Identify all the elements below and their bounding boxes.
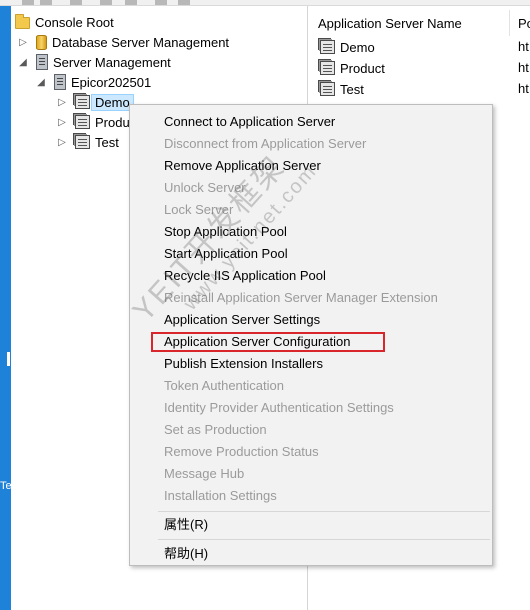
menu-item-stop-app-pool[interactable]: Stop Application Pool (164, 222, 287, 242)
tree-item-console-root[interactable]: Console Root (15, 12, 114, 32)
tree-item-label: Demo (91, 93, 134, 111)
server-icon (54, 74, 66, 90)
menu-item-start-app-pool[interactable]: Start Application Pool (164, 244, 288, 264)
column-header-second[interactable]: Po (518, 14, 530, 34)
tree-item-label: Server Management (53, 54, 171, 70)
menu-item-connect[interactable]: Connect to Application Server (164, 112, 335, 132)
list-item[interactable]: Test (317, 79, 364, 99)
app-server-icon (320, 61, 335, 75)
menu-item-lock-server: Lock Server (164, 202, 234, 217)
menu-item-set-production: Set as Production (164, 422, 267, 437)
menu-item-publish-installers[interactable]: Publish Extension Installers (164, 354, 323, 374)
toolbar-icon[interactable] (40, 0, 52, 5)
toolbar-icon[interactable] (125, 0, 137, 5)
menu-item-server-configuration[interactable]: Application Server Configuration (164, 332, 350, 352)
context-menu: Connect to Application Server Disconnect… (129, 104, 493, 566)
menu-item-idp-auth-settings: Identity Provider Authentication Setting… (164, 400, 394, 415)
tree-item-label: Epicor202501 (71, 74, 152, 90)
menu-item-remove-production: Remove Production Status (164, 444, 319, 459)
toolbar-icon[interactable] (155, 0, 167, 5)
chevron-right-icon[interactable]: ▷ (55, 112, 69, 132)
app-server-icon (75, 115, 90, 129)
menu-item-installation-settings: Installation Settings (164, 488, 277, 503)
app-server-icon (320, 82, 335, 96)
tree-item-database-server-management[interactable]: ▷ Database Server Management (16, 32, 229, 52)
chevron-right-icon[interactable]: ▷ (16, 32, 30, 52)
list-item-second: ht (518, 60, 529, 75)
app-server-icon (320, 40, 335, 54)
tree-item-label: Database Server Management (52, 34, 230, 50)
list-item[interactable]: Demo (317, 37, 375, 57)
toolbar-icon[interactable] (22, 0, 34, 5)
tree-item-product[interactable]: ▷ Produ (55, 112, 130, 132)
menu-separator (158, 539, 490, 540)
menu-item-disconnect: Disconnect from Application Server (164, 136, 367, 151)
app-server-icon (75, 135, 90, 149)
tree-item-label: Console Root (35, 14, 114, 30)
menu-item-server-settings[interactable]: Application Server Settings (164, 310, 320, 330)
menu-item-recycle-app-pool[interactable]: Recycle IIS Application Pool (164, 266, 326, 286)
list-item[interactable]: Product (317, 58, 385, 78)
tree-item-server-management[interactable]: ◢ Server Management (16, 52, 171, 72)
toolbar-icon[interactable] (70, 0, 82, 5)
list-item-name: Demo (340, 39, 375, 55)
database-icon (36, 34, 47, 50)
menu-separator (158, 511, 490, 512)
tree-item-demo[interactable]: ▷ Demo (55, 92, 134, 112)
server-icon (36, 54, 48, 70)
edge-mark (7, 352, 10, 366)
chevron-down-icon[interactable]: ◢ (34, 72, 48, 92)
list-item-name: Test (340, 81, 364, 97)
chevron-right-icon[interactable]: ▷ (55, 92, 69, 112)
list-item-name: Product (340, 60, 385, 76)
chevron-right-icon[interactable]: ▷ (55, 132, 69, 152)
tree-item-label: Produ (95, 114, 130, 130)
list-item-second: ht (518, 39, 529, 54)
column-header-name[interactable]: Application Server Name (318, 14, 516, 34)
tree-item-epicor202501[interactable]: ◢ Epicor202501 (34, 72, 151, 92)
menu-item-unlock-server: Unlock Server (164, 180, 246, 195)
app-server-icon (75, 95, 90, 109)
tree-item-label: Test (95, 134, 119, 150)
menu-item-message-hub: Message Hub (164, 466, 245, 481)
tree-item-test[interactable]: ▷ Test (55, 132, 119, 152)
menu-item-properties[interactable]: 属性(R) (164, 515, 208, 535)
folder-icon (15, 14, 30, 29)
menu-item-help[interactable]: 帮助(H) (164, 544, 208, 564)
column-divider[interactable] (509, 10, 510, 36)
menu-item-remove-server[interactable]: Remove Application Server (164, 156, 321, 176)
list-item-second: ht (518, 81, 529, 96)
menu-item-token-authentication: Token Authentication (164, 378, 284, 393)
desktop-edge: Te (0, 6, 12, 610)
toolbar-icon[interactable] (178, 0, 190, 5)
menu-item-reinstall-extension: Reinstall Application Server Manager Ext… (164, 290, 438, 305)
desktop-edge-text: Te (0, 480, 12, 492)
toolbar-icon[interactable] (100, 0, 112, 5)
chevron-down-icon[interactable]: ◢ (16, 52, 30, 72)
